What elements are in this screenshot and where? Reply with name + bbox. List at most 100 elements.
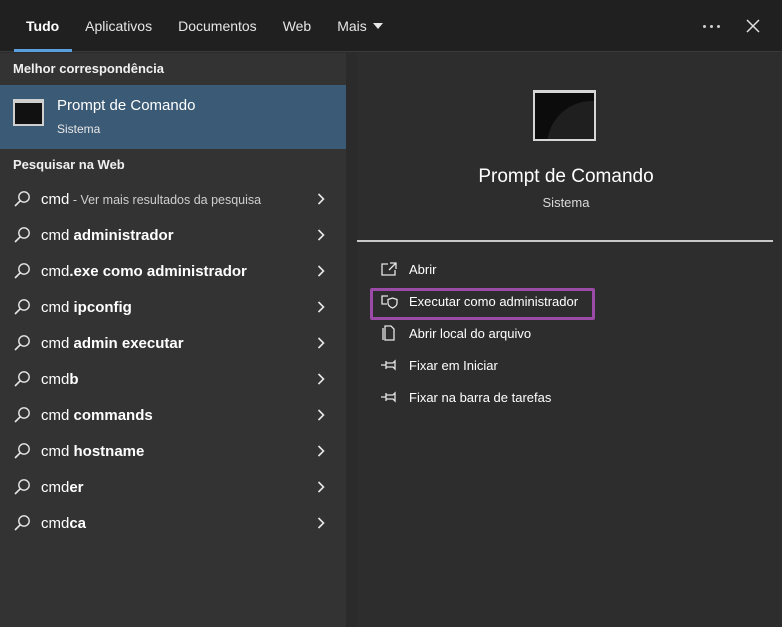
result-query: cmd [41, 406, 74, 424]
command-prompt-app-icon [13, 99, 44, 126]
close-button[interactable] [732, 6, 774, 46]
search-icon [14, 335, 30, 351]
chevron-right-icon [317, 481, 325, 493]
search-icon [14, 479, 30, 495]
result-suggestion: .exe como administrador [69, 262, 247, 280]
web-result-item[interactable]: cmd ipconfig [0, 289, 346, 325]
action-label: Executar como administrador [409, 293, 579, 309]
web-result-item[interactable]: cmdca [0, 505, 346, 541]
action-label: Abrir local do arquivo [409, 325, 532, 341]
search-icon [14, 299, 30, 315]
best-match-subtitle: Sistema [57, 122, 101, 136]
preview-actions: Abrir Executar como administrador Abrir … [357, 253, 782, 413]
ellipsis-icon [716, 24, 720, 28]
preview-subtitle: Sistema [542, 195, 590, 210]
chevron-right-icon [317, 229, 325, 241]
panel-gutter [346, 53, 357, 627]
result-query: cmd [41, 478, 70, 496]
web-result-item[interactable]: cmd.exe como administrador [0, 253, 346, 289]
action-label: Fixar na barra de tarefas [409, 389, 552, 405]
tab-documentos[interactable]: Documentos [165, 0, 270, 52]
search-icon [14, 443, 30, 459]
result-query: cmd [41, 226, 74, 244]
result-query: cmd [41, 298, 74, 316]
result-suggestion: admin executar [73, 334, 184, 352]
action-label: Fixar em Iniciar [409, 357, 498, 373]
result-suggestion: b [69, 370, 79, 388]
chevron-right-icon [317, 301, 325, 313]
tab-label: Mais [337, 18, 367, 34]
preview-panel: Prompt de Comando Sistema Abrir Executar… [357, 53, 782, 627]
command-prompt-app-icon [533, 90, 596, 141]
search-icon [14, 263, 30, 279]
chevron-right-icon [317, 409, 325, 421]
open-icon [381, 262, 397, 276]
search-icon [14, 407, 30, 423]
result-suggestion: commands [73, 406, 153, 424]
ellipsis-icon [702, 24, 706, 28]
web-result-item[interactable]: cmd admin executar [0, 325, 346, 361]
search-icon [14, 515, 30, 531]
tab-mais-dropdown[interactable]: Mais [324, 0, 396, 52]
web-result-item[interactable]: cmd administrador [0, 217, 346, 253]
tab-label: Documentos [178, 18, 257, 34]
action-pin-to-start[interactable]: Fixar em Iniciar [357, 349, 782, 381]
tab-web[interactable]: Web [270, 0, 325, 52]
result-query: cmd [41, 442, 74, 460]
result-query: cmd [41, 514, 70, 532]
web-result-text: cmdb [41, 371, 79, 388]
result-suggestion: administrador [73, 226, 174, 244]
web-result-text: cmd ipconfig [41, 299, 132, 316]
tab-label: Aplicativos [85, 18, 153, 34]
search-icon [14, 371, 30, 387]
chevron-right-icon [317, 265, 325, 277]
web-search-header: Pesquisar na Web [13, 156, 125, 172]
result-suggestion: hostname [73, 442, 145, 460]
web-result-text: cmdca [41, 515, 86, 532]
ellipsis-icon [709, 24, 713, 28]
result-query: cmd [41, 334, 74, 352]
search-icon [14, 227, 30, 243]
best-match-header: Melhor correspondência [13, 60, 164, 76]
web-result-item[interactable]: cmdb [0, 361, 346, 397]
result-suggestion: ipconfig [73, 298, 132, 316]
preview-title: Prompt de Comando [478, 166, 654, 187]
caret-down-icon [372, 23, 383, 29]
results-panel: Melhor correspondência Prompt de Comando… [0, 53, 346, 627]
pin-icon [381, 391, 396, 403]
tab-strip: Tudo Aplicativos Documentos Web Mais [14, 0, 396, 52]
chevron-right-icon [317, 445, 325, 457]
web-result-text: cmd commands [41, 407, 153, 424]
more-options-button[interactable] [690, 6, 732, 46]
close-icon [746, 19, 760, 33]
action-run-as-admin[interactable]: Executar como administrador [357, 285, 782, 317]
web-results-list: cmd - Ver mais resultados da pesquisa cm… [0, 181, 346, 541]
pin-icon [381, 359, 396, 371]
file-location-icon [382, 325, 395, 341]
action-pin-to-taskbar[interactable]: Fixar na barra de tarefas [357, 381, 782, 413]
best-match-item[interactable]: Prompt de Comando Sistema [0, 85, 346, 149]
web-result-text: cmd.exe como administrador [41, 263, 247, 280]
chevron-right-icon [317, 193, 325, 205]
best-match-title: Prompt de Comando [57, 97, 196, 114]
web-result-item[interactable]: cmd hostname [0, 433, 346, 469]
result-query: cmd [41, 370, 70, 388]
tab-tudo[interactable]: Tudo [14, 0, 73, 52]
web-result-item[interactable]: cmd commands [0, 397, 346, 433]
result-query: cmd [41, 190, 70, 208]
chevron-right-icon [317, 517, 325, 529]
web-result-item[interactable]: cmder [0, 469, 346, 505]
web-result-item[interactable]: cmd - Ver mais resultados da pesquisa [0, 181, 346, 217]
result-query: cmd [41, 262, 70, 280]
chevron-right-icon [317, 373, 325, 385]
action-open[interactable]: Abrir [357, 253, 782, 285]
tab-aplicativos[interactable]: Aplicativos [72, 0, 165, 52]
shield-icon [381, 295, 398, 309]
action-label: Abrir [409, 261, 437, 277]
web-result-text: cmd - Ver mais resultados da pesquisa [41, 191, 261, 208]
result-suggestion: er [69, 478, 84, 496]
action-open-file-location[interactable]: Abrir local do arquivo [357, 317, 782, 349]
tab-label: Tudo [26, 18, 60, 34]
web-result-text: cmd hostname [41, 443, 144, 460]
tab-label: Web [282, 18, 312, 34]
